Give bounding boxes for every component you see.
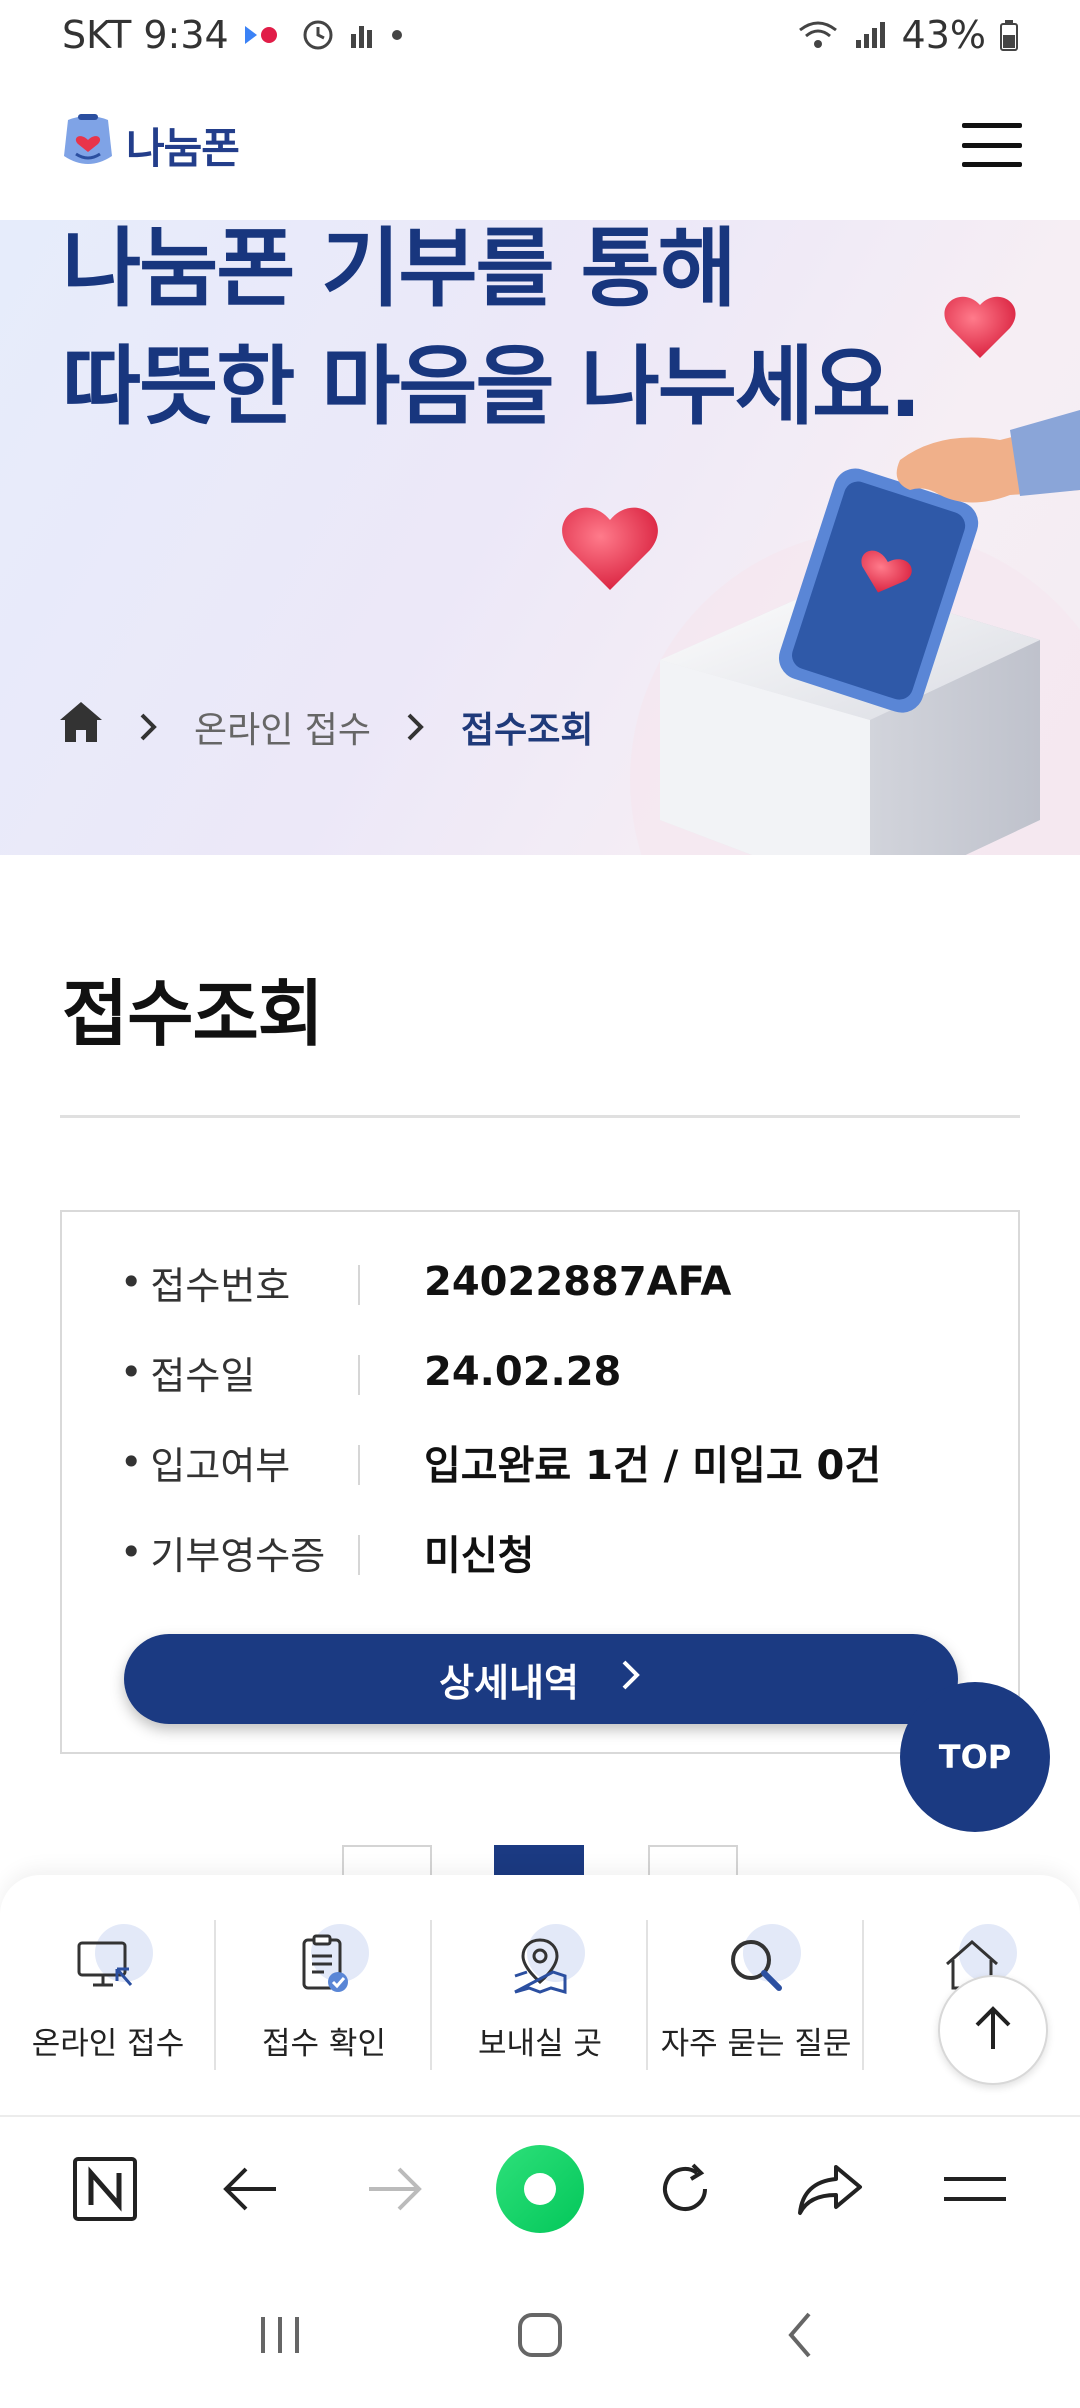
recent-apps-button[interactable] — [230, 2297, 330, 2377]
donation-box-illustration — [562, 296, 1080, 855]
detail-history-button[interactable]: 상세내역 — [124, 1634, 958, 1724]
bullet: • — [120, 1440, 143, 1484]
battery-icon — [1000, 19, 1018, 51]
reception-info-card: • 접수번호 24022887AFA • 접수일 24.02.28 • 입고여부 입고… — [60, 1210, 1020, 1754]
green-dot-button[interactable] — [475, 2141, 605, 2241]
bullet: • — [120, 1260, 143, 1304]
search-icon — [711, 1920, 801, 2010]
breadcrumb: 온라인 접수 접수조회 — [58, 700, 594, 753]
quick-item-send-address[interactable]: 보내실 곳 — [432, 1920, 648, 2070]
menu-icon — [942, 2169, 1008, 2213]
naver-n-icon — [71, 2155, 139, 2227]
info-row-stock-status: • 입고여부 입고완료 1건 / 미입고 0건 — [120, 1432, 881, 1492]
info-value: 미신청 — [424, 1533, 535, 1579]
breadcrumb-current: 접수조회 — [461, 709, 594, 751]
quick-item-label: 온라인 접수 — [31, 2026, 185, 2062]
browser-menu-button[interactable] — [910, 2141, 1040, 2241]
clock-sync-icon — [301, 18, 335, 52]
site-header: 나눔폰 — [0, 70, 1080, 220]
quick-item-label: 보내실 곳 — [478, 2026, 602, 2062]
chevron-right-icon — [104, 711, 194, 743]
arrow-right-icon — [365, 2164, 425, 2218]
logo-text: 나눔폰 — [126, 123, 240, 173]
status-bar: SKT 9:34 43% — [0, 0, 1080, 70]
site-logo[interactable]: 나눔폰 — [58, 110, 240, 180]
recent-apps-icon — [255, 2313, 305, 2361]
clipboard-check-icon — [279, 1920, 369, 2010]
bullet: • — [120, 1530, 143, 1574]
detail-button-label: 상세내역 — [439, 1660, 579, 1705]
back-button[interactable] — [750, 2297, 850, 2377]
browser-back-button[interactable] — [185, 2141, 315, 2241]
quick-menu-bar: 온라인 접수 접수 확인 보내실 곳 자주 묻는 질문 물류 — [0, 1875, 1080, 2115]
top-button[interactable]: TOP — [900, 1682, 1050, 1832]
info-label: 기부영수증 — [150, 1533, 326, 1578]
naver-home-button[interactable] — [40, 2141, 170, 2241]
quick-item-online-reception[interactable]: 온라인 접수 — [0, 1920, 216, 2070]
quick-item-reception-check[interactable]: 접수 확인 — [216, 1920, 432, 2070]
info-label: 접수일 — [150, 1353, 256, 1398]
signal-bars-small-icon — [349, 20, 373, 50]
quick-item-label: 자주 묻는 질문 — [660, 2026, 852, 2062]
battery-percent: 43% — [901, 13, 986, 57]
dot-icon — [387, 25, 407, 45]
quick-item-label: 접수 확인 — [262, 2026, 386, 2062]
monitor-icon — [63, 1920, 153, 2010]
browser-share-button[interactable] — [765, 2141, 895, 2241]
chevron-left-icon — [783, 2310, 817, 2364]
browser-forward-button[interactable] — [330, 2141, 460, 2241]
info-label: 입고여부 — [150, 1443, 291, 1488]
system-navigation-bar — [0, 2265, 1080, 2408]
browser-refresh-button[interactable] — [620, 2141, 750, 2241]
share-arrow-icon — [796, 2161, 864, 2221]
green-dot-icon — [494, 2143, 586, 2239]
chevron-right-icon — [619, 1657, 643, 1702]
arrow-up-icon — [971, 2003, 1015, 2057]
chevron-right-icon — [371, 711, 461, 743]
page-title: 접수조회 — [62, 972, 324, 1056]
breadcrumb-online-reception[interactable]: 온라인 접수 — [194, 701, 371, 753]
home-square-icon — [515, 2310, 565, 2364]
refresh-icon — [653, 2157, 717, 2225]
home-button[interactable] — [490, 2297, 590, 2377]
hamburger-menu-button[interactable] — [962, 123, 1022, 167]
home-icon[interactable] — [58, 700, 104, 753]
info-value: 24.02.28 — [424, 1349, 622, 1395]
info-row-reception-date: • 접수일 24.02.28 — [120, 1342, 621, 1402]
info-value: 입고완료 1건 / 미입고 0건 — [424, 1443, 882, 1489]
map-pin-icon — [495, 1920, 585, 2010]
wifi-icon — [796, 18, 840, 52]
cell-signal-icon — [854, 20, 888, 50]
scroll-to-top-button[interactable] — [938, 1975, 1048, 2085]
menu-line-icon — [962, 123, 1022, 128]
menu-line-icon — [962, 142, 1022, 148]
hero-banner: 나눔폰 기부를 통해 따뜻한 마음을 나누세요. 온라인 접수 접수조회 — [0, 220, 1080, 855]
info-label: 접수번호 — [150, 1263, 291, 1308]
arrow-left-icon — [220, 2164, 280, 2218]
carrier-time: SKT 9:34 — [62, 13, 229, 57]
bullet: • — [120, 1350, 143, 1394]
menu-line-icon — [962, 162, 1022, 167]
info-value: 24022887AFA — [424, 1259, 732, 1305]
title-divider — [60, 1115, 1020, 1118]
browser-toolbar — [0, 2115, 1080, 2265]
info-row-donation-receipt: • 기부영수증 미신청 — [120, 1522, 534, 1582]
notification-dots-icon — [243, 22, 287, 48]
quick-item-faq[interactable]: 자주 묻는 질문 — [648, 1920, 864, 2070]
info-row-reception-number: • 접수번호 24022887AFA — [120, 1252, 731, 1312]
logo-heart-phone-icon — [58, 110, 118, 180]
